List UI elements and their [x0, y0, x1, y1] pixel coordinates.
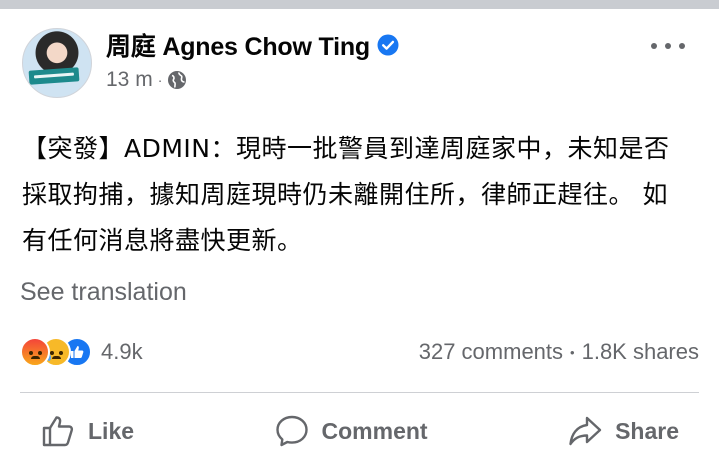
globe-icon[interactable]	[167, 70, 187, 90]
sad-eye-right	[59, 351, 63, 355]
comment-label: Comment	[321, 417, 428, 444]
author-row: 周庭 Agnes Chow Ting	[106, 28, 399, 62]
angry-eye-left	[29, 351, 33, 355]
comment-button[interactable]: Comment	[254, 408, 448, 454]
share-arrow-icon	[569, 416, 602, 446]
avatar-sticker	[28, 67, 80, 85]
reactions-summary: 4.9k 327 comments • 1.8K shares	[20, 336, 699, 368]
post-timestamp[interactable]: 13 m	[106, 68, 153, 92]
comments-count[interactable]: 327 comments	[419, 339, 563, 365]
more-dot-2	[665, 43, 671, 49]
angry-mouth	[31, 356, 40, 359]
sad-mouth	[52, 356, 61, 359]
more-dot-1	[651, 43, 657, 49]
author-block: 周庭 Agnes Chow Ting 13 m ·	[106, 28, 399, 102]
actions-divider	[20, 392, 699, 393]
shares-count[interactable]: 1.8K shares	[582, 339, 699, 365]
author-name[interactable]: 周庭 Agnes Chow Ting	[106, 27, 370, 63]
engagement-stats: 327 comments • 1.8K shares	[419, 339, 699, 365]
thumbs-up-icon	[42, 416, 74, 447]
stats-separator: •	[570, 344, 575, 360]
like-label: Like	[88, 417, 135, 444]
top-separator-band	[0, 0, 719, 9]
more-dot-3	[679, 43, 685, 49]
post-meta: 13 m ·	[106, 68, 399, 92]
post-header: 周庭 Agnes Chow Ting 13 m ·	[22, 28, 699, 102]
post-action-bar: Like Comment Share	[20, 408, 699, 454]
more-options-icon[interactable]	[651, 36, 685, 56]
angry-eye-right	[38, 351, 42, 355]
meta-separator: ·	[157, 72, 163, 88]
comment-bubble-icon	[275, 415, 308, 447]
verified-badge-icon	[377, 34, 399, 56]
like-button[interactable]: Like	[20, 408, 154, 454]
see-translation-link[interactable]: See translation	[20, 278, 187, 307]
share-button[interactable]: Share	[547, 408, 699, 454]
post-body-text: 【突發】ADMIN：現時一批警員到達周庭家中，未知是否採取拘捕，據知周庭現時仍未…	[22, 134, 670, 255]
angry-reaction-icon[interactable]	[20, 337, 50, 367]
share-label: Share	[615, 417, 679, 444]
author-avatar[interactable]	[22, 28, 92, 98]
reaction-count[interactable]: 4.9k	[101, 339, 143, 365]
